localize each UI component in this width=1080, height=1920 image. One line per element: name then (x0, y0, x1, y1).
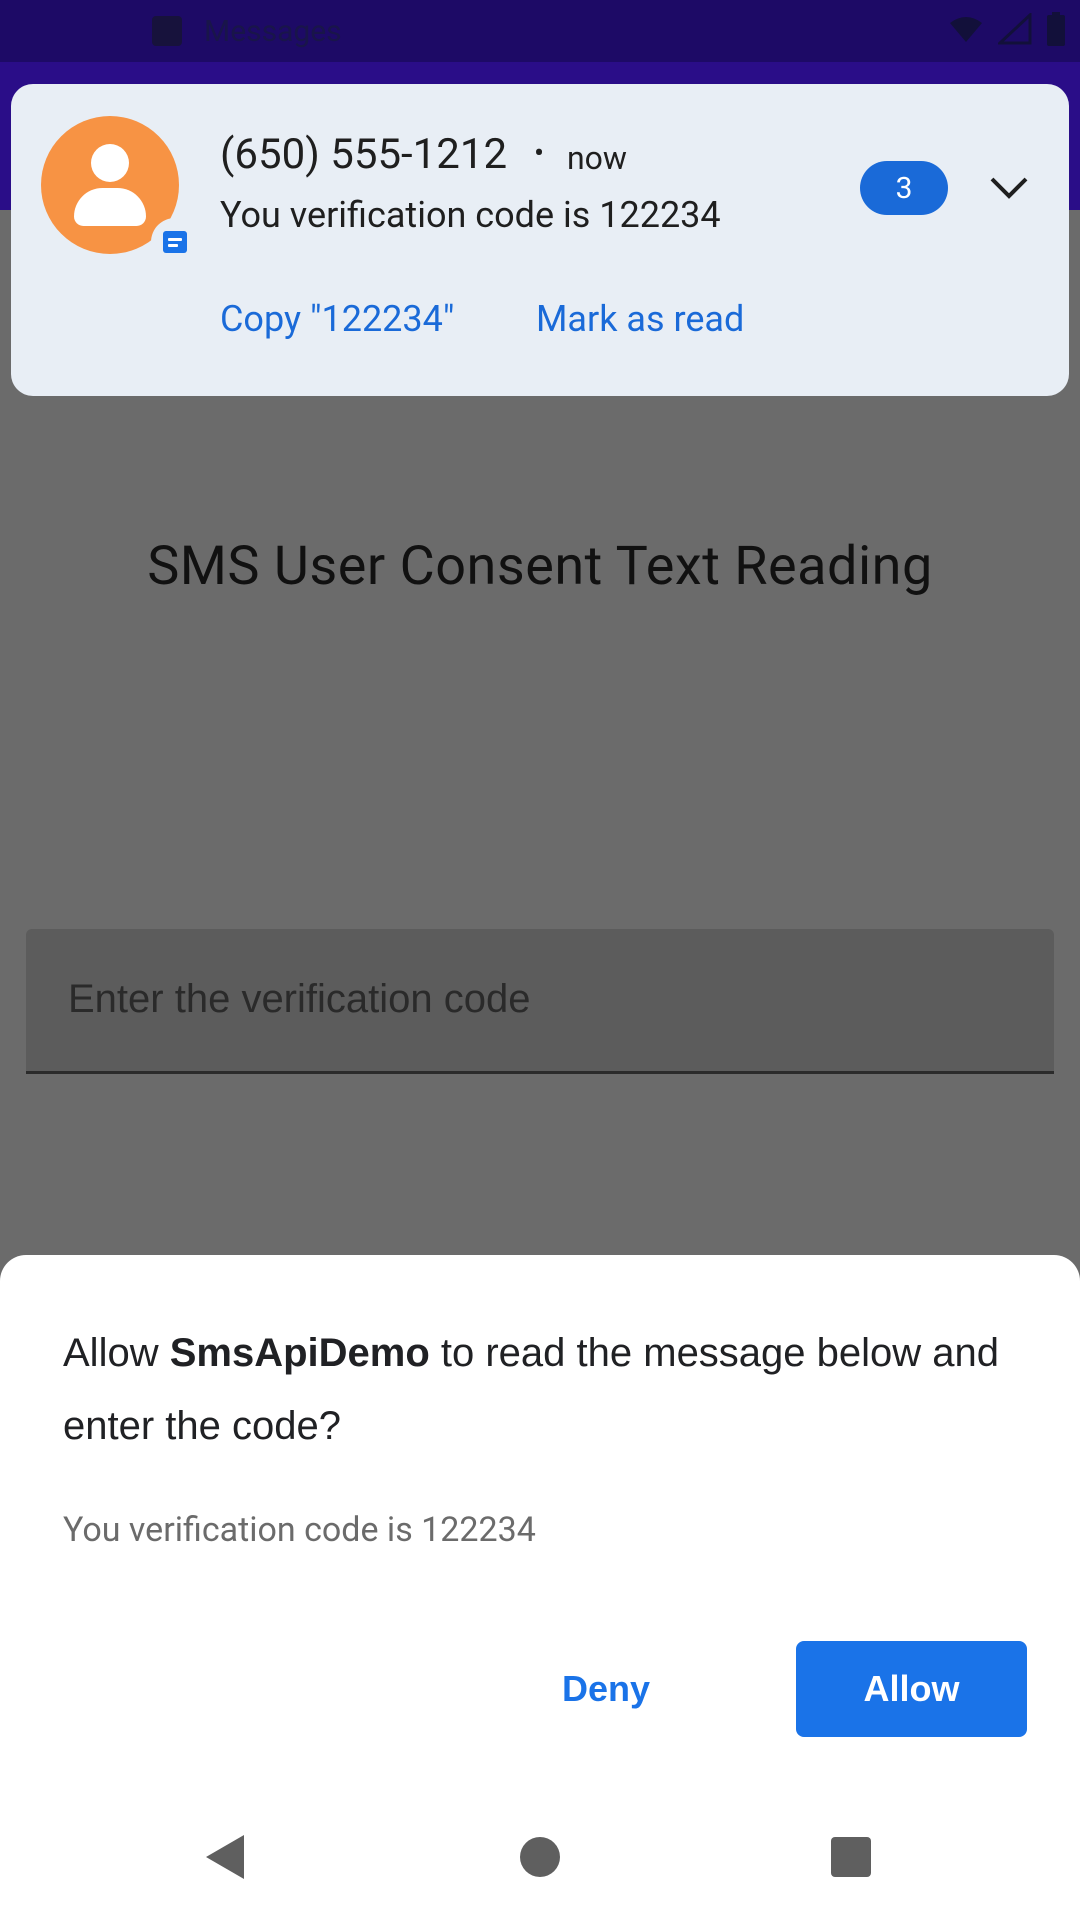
status-icons (948, 11, 1066, 50)
battery-icon (1046, 12, 1066, 50)
message-icon (152, 16, 182, 46)
dialog-message: You verification code is 122234 (63, 1510, 536, 1550)
notification-time: now (567, 139, 627, 177)
message-icon (163, 231, 187, 253)
notification-text: You verification code is 122234 (220, 194, 721, 236)
dialog-app-name: SmsApiDemo (169, 1331, 430, 1375)
deny-button[interactable]: Deny (524, 1641, 688, 1737)
copy-code-button[interactable]: Copy "122234" (220, 298, 454, 340)
status-bar: Messages (0, 0, 1080, 62)
status-app-label: Messages (204, 14, 342, 49)
mark-as-read-button[interactable]: Mark as read (536, 298, 744, 340)
verification-code-field[interactable] (26, 929, 1054, 1074)
person-icon-body (74, 188, 146, 226)
dialog-title-prefix: Allow (63, 1331, 170, 1375)
person-icon (91, 144, 129, 182)
notification-sender: (650) 555-1212 (220, 130, 508, 179)
recent-apps-icon[interactable] (831, 1837, 871, 1877)
home-icon[interactable] (520, 1837, 560, 1877)
page-title: SMS User Consent Text Reading (147, 535, 933, 598)
allow-button[interactable]: Allow (796, 1641, 1027, 1737)
dialog-title: Allow SmsApiDemo to read the message bel… (63, 1317, 1023, 1463)
messages-app-badge (151, 218, 199, 266)
expand-chevron-icon[interactable] (979, 162, 1039, 214)
verification-code-input[interactable] (68, 977, 1008, 1022)
notification-separator: • (534, 136, 545, 171)
unread-count-badge: 3 (860, 161, 948, 215)
back-icon[interactable] (206, 1835, 244, 1879)
wifi-icon (948, 14, 984, 48)
signal-icon (996, 11, 1032, 49)
sms-notification[interactable]: (650) 555-1212 • now You verification co… (11, 84, 1069, 396)
navigation-bar (0, 1790, 1080, 1920)
